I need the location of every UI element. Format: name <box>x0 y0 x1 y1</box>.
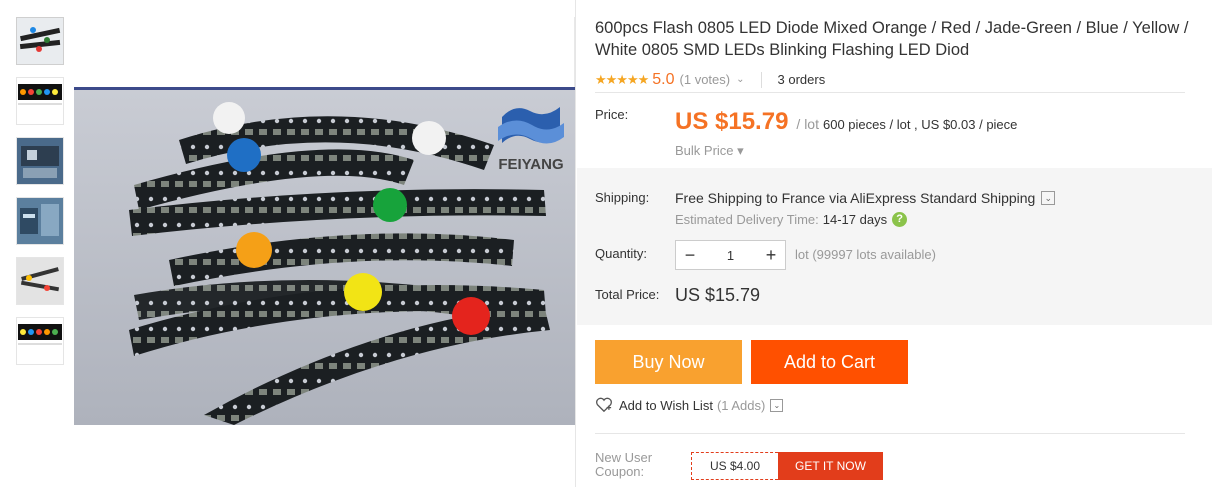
rating-score: 5.0 <box>652 70 675 88</box>
thumbnail-6[interactable] <box>16 317 64 365</box>
product-info-panel: 600pcs Flash 0805 LED Diode Mixed Orange… <box>575 0 1212 487</box>
coupon-label: New User Coupon: <box>595 450 653 479</box>
coupon: US $4.00 GET IT NOW <box>691 452 883 480</box>
chevron-down-icon[interactable]: ⌄ <box>1041 191 1056 205</box>
delivery-days: 14-17 days <box>822 212 888 227</box>
quantity-stepper: − 1 + <box>675 240 786 270</box>
thumbnail-list <box>16 17 66 377</box>
main-product-image[interactable]: FEIYANG <box>74 17 575 425</box>
quantity-available: lot (99997 lots available) <box>795 247 936 262</box>
thumbnail-5[interactable] <box>16 257 64 305</box>
get-coupon-button[interactable]: GET IT NOW <box>778 452 883 480</box>
rating-stars-icon: ★★★★★ <box>595 71 649 87</box>
coupon-amount: US $4.00 <box>691 452 778 480</box>
price-value: US $15.79 <box>675 108 789 135</box>
delivery-time: Estimated Delivery Time: 14-17 days ? <box>675 212 908 227</box>
buy-now-button[interactable]: Buy Now <box>595 340 742 384</box>
orders-count: 3 orders <box>777 72 826 87</box>
heart-icon <box>596 397 612 413</box>
price-label: Price: <box>595 107 629 122</box>
thumbnail-2[interactable] <box>16 77 64 125</box>
help-icon[interactable]: ? <box>892 212 908 227</box>
thumbnail-4[interactable] <box>16 197 64 245</box>
brand-name: FEIYANG <box>498 156 563 173</box>
quantity-label: Quantity: <box>595 246 648 261</box>
increase-button[interactable]: + <box>757 241 785 269</box>
price-detail: 600 pieces / lot , US $0.03 / piece <box>823 117 1018 132</box>
wishlist-count: (1 Adds) <box>716 397 766 413</box>
add-to-cart-button[interactable]: Add to Cart <box>751 340 908 384</box>
votes-count[interactable]: (1 votes) <box>680 72 731 87</box>
price-block: US $15.79 / lot 600 pieces / lot , US $0… <box>675 108 1017 136</box>
rating-row: ★★★★★ 5.0 (1 votes) ⌄ 3 orders <box>595 67 1185 93</box>
price-unit: / lot <box>796 116 819 132</box>
shipping-destination: to France via AliExpress Standard Shippi… <box>766 190 1036 206</box>
divider <box>760 71 762 88</box>
thumbnail-3[interactable] <box>16 137 64 185</box>
feiyang-logo: FEIYANG <box>490 97 572 175</box>
free-shipping-text: Free Shipping <box>675 190 763 206</box>
divider <box>595 433 1185 434</box>
product-title: 600pcs Flash 0805 LED Diode Mixed Orange… <box>595 19 1189 59</box>
chevron-down-icon[interactable]: ⌄ <box>770 398 784 412</box>
shipping-label: Shipping: <box>595 190 650 205</box>
wishlist-label[interactable]: Add to Wish List <box>619 398 713 413</box>
shipping-option[interactable]: Free Shipping to France via AliExpress S… <box>675 190 1056 206</box>
bulk-price-toggle[interactable]: Bulk Price ▾ <box>675 143 744 159</box>
chevron-down-icon[interactable]: ⌄ <box>736 74 744 85</box>
quantity-input[interactable]: 1 <box>704 248 757 263</box>
delivery-label: Estimated Delivery Time: <box>675 212 819 227</box>
thumbnail-1[interactable] <box>16 17 64 65</box>
total-price-value: US $15.79 <box>675 285 761 305</box>
total-price-label: Total Price: <box>595 287 660 302</box>
add-to-wishlist[interactable]: Add to Wish List (1 Adds) ⌄ <box>595 397 784 413</box>
decrease-button[interactable]: − <box>676 241 704 269</box>
